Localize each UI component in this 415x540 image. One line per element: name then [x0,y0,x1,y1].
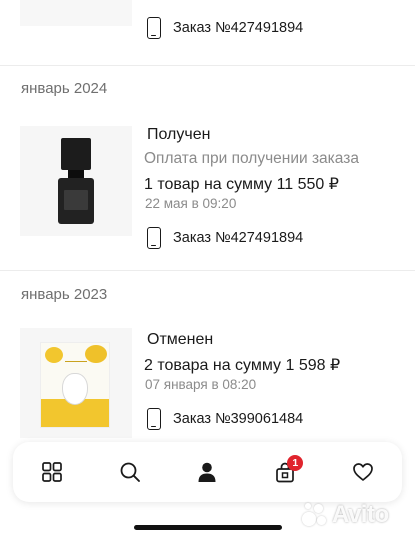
bottom-navigation: 1 [13,442,402,502]
perfume-bottle-icon [58,138,94,226]
order-status: Получен [147,126,211,143]
home-indicator[interactable] [134,525,282,530]
order-summary: 2 товара на сумму 1 598 ₽ [144,357,341,374]
watermark-text: Avito [332,501,389,528]
nav-profile[interactable] [187,452,227,492]
divider [0,65,415,66]
payment-method: Оплата при получении заказа [144,150,359,167]
order-summary: 1 товар на сумму 11 550 ₽ [144,176,339,193]
month-header: январь 2024 [21,80,108,97]
catalog-grid-icon [42,462,62,482]
search-icon [120,462,140,482]
nav-catalog[interactable] [32,452,72,492]
face-mask-pack-icon [40,342,110,428]
avito-logo-icon [300,501,328,529]
nav-cart[interactable]: 1 [265,452,305,492]
order-number: Заказ №399061484 [173,411,304,427]
phone-icon [147,227,161,249]
phone-icon [147,17,161,39]
order-number: Заказ №427491894 [173,20,304,36]
order-number-row: Заказ №427491894 [147,226,303,250]
product-image[interactable] [20,126,132,236]
nav-search[interactable] [110,452,150,492]
order-date: 07 января в 08:20 [145,377,257,392]
nav-favorites[interactable] [343,452,383,492]
phone-icon [147,408,161,430]
favorites-heart-icon [353,463,373,481]
order-card-previous[interactable]: Заказ №427491894 [0,0,415,65]
order-date: 22 мая в 09:20 [145,196,237,211]
month-header: январь 2023 [21,286,108,303]
product-thumbnail[interactable] [20,0,132,26]
order-number: Заказ №427491894 [173,230,304,246]
divider [0,270,415,271]
order-number-row: Заказ №399061484 [147,407,303,431]
order-number-row: Заказ №427491894 [147,16,303,40]
order-status: Отменен [147,331,214,348]
product-image[interactable] [20,328,132,438]
profile-icon [198,462,216,482]
cart-count-badge: 1 [287,455,304,471]
avito-watermark: Avito [300,498,410,532]
